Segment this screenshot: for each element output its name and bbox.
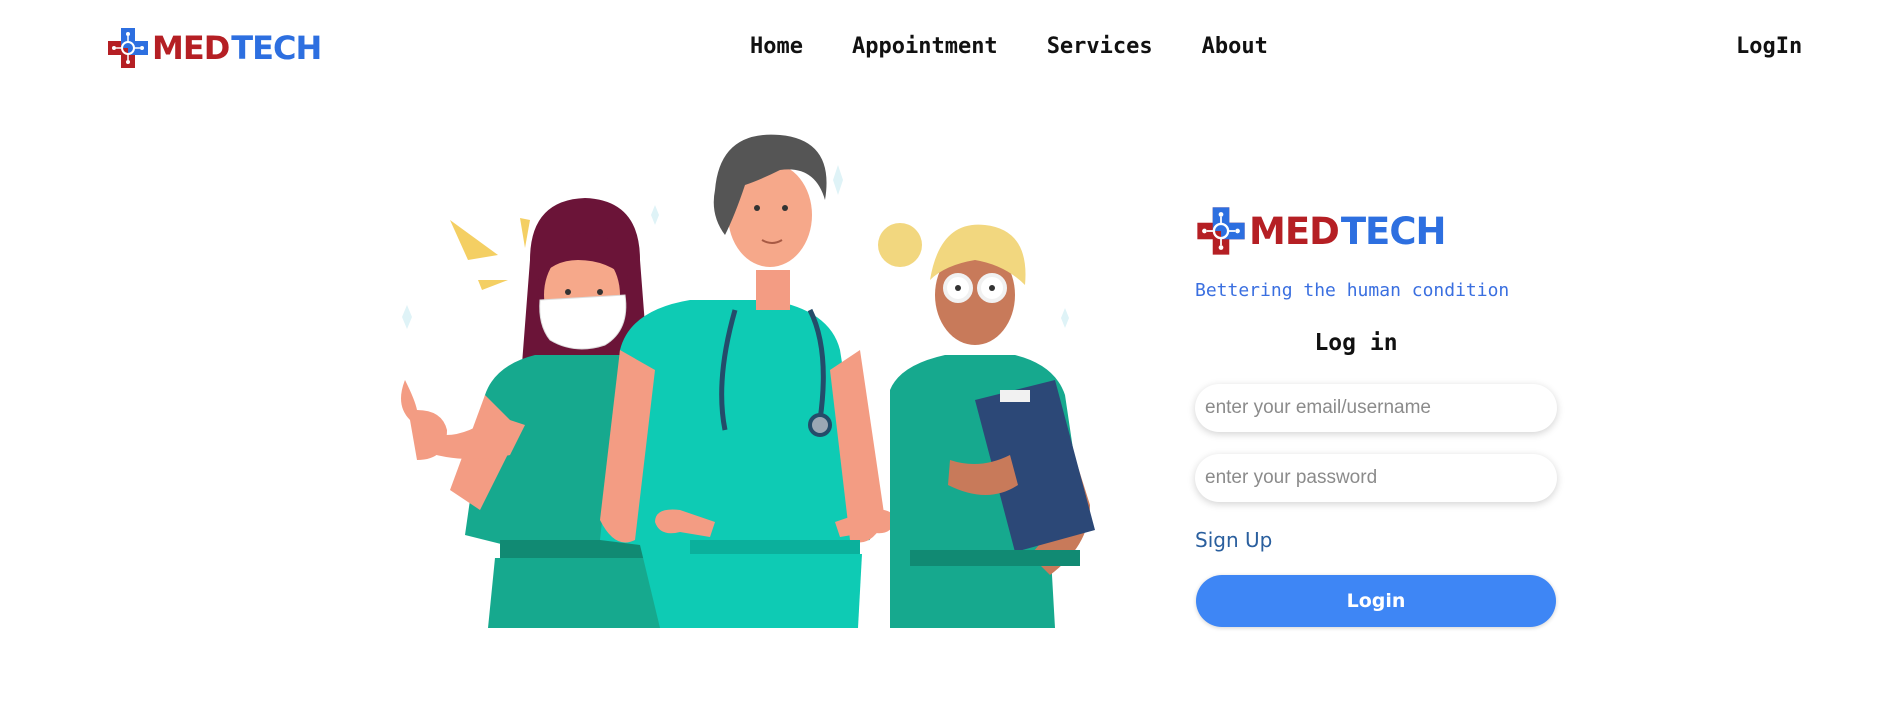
- login-button[interactable]: Login: [1196, 575, 1556, 627]
- tagline: Bettering the human condition: [1195, 280, 1510, 301]
- nav-about-link[interactable]: About: [1202, 33, 1268, 62]
- medical-staff-illustration: [401, 134, 1095, 628]
- nav-home-link[interactable]: Home: [750, 33, 803, 62]
- brand-name-part1: MED: [152, 29, 230, 67]
- login-title: Log in: [1314, 330, 1398, 356]
- medical-cross-icon: [1197, 207, 1245, 255]
- nav-services-link[interactable]: Services: [1047, 33, 1153, 62]
- medical-cross-icon: [108, 28, 148, 68]
- nav-login-link[interactable]: LogIn: [1736, 33, 1802, 62]
- sign-up-link[interactable]: Sign Up: [1195, 528, 1272, 552]
- brand-name-part1: MED: [1249, 209, 1340, 253]
- password-field[interactable]: [1195, 454, 1557, 502]
- nav-links: Home Appointment Services About: [750, 33, 1317, 62]
- nav-appointment-link[interactable]: Appointment: [852, 33, 998, 62]
- email-field[interactable]: [1195, 384, 1557, 432]
- brand-name-part2: TECH: [231, 29, 322, 67]
- login-panel: MED TECH: [1195, 205, 1557, 257]
- brand-logo[interactable]: MED TECH: [106, 26, 322, 70]
- brand-name-part2: TECH: [1340, 209, 1447, 253]
- top-navbar: MED TECH Home Appointment Services About …: [0, 0, 1895, 96]
- panel-brand-logo: MED TECH: [1195, 205, 1557, 257]
